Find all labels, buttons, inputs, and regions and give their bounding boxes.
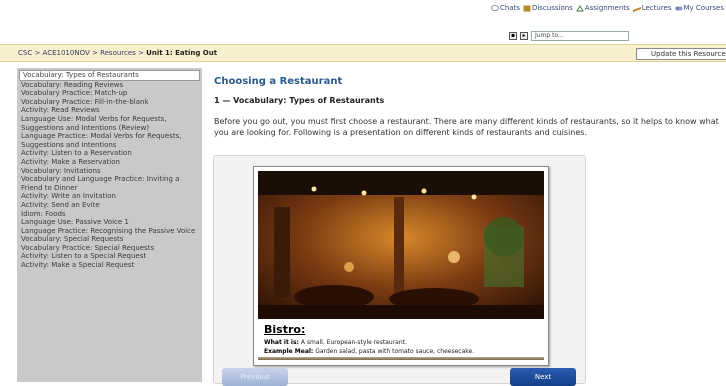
sidebar-item[interactable]: Language Use: Passive Voice 1: [17, 218, 202, 227]
assignments-icon: [576, 4, 584, 11]
lectures-icon: [632, 6, 641, 12]
top-nav-links: Chats Discussions Assignments Lectures M…: [491, 4, 724, 12]
sidebar-item[interactable]: Idiom: Foods: [17, 210, 202, 219]
sidebar-item[interactable]: Language Practice: Modal Verbs for Reque…: [17, 132, 202, 149]
my-courses-link[interactable]: My Courses: [675, 4, 725, 12]
sidebar-item[interactable]: Vocabulary Practice: Match-up: [17, 89, 202, 98]
breadcrumb-bar: CSC > ACE1010NOV > Resources > Unit 1: E…: [0, 44, 726, 62]
what-label: What it is:: [264, 339, 299, 346]
sidebar-item[interactable]: Vocabulary: Invitations: [17, 167, 202, 176]
chats-link[interactable]: Chats: [491, 4, 520, 12]
breadcrumb-course[interactable]: ACE1010NOV: [43, 49, 90, 57]
sidebar-item[interactable]: Activity: Make a Reservation: [17, 158, 202, 167]
meal-label: Example Meal:: [264, 348, 314, 355]
sidebar-item[interactable]: Vocabulary: Special Requests: [17, 235, 202, 244]
my-courses-label: My Courses: [683, 4, 725, 12]
intro-paragraph: Before you go out, you must first choose…: [214, 117, 719, 137]
courses-icon: [675, 6, 682, 10]
sidebar-item[interactable]: Activity: Listen to a Special Request: [17, 252, 202, 261]
sidebar-item[interactable]: Language Practice: Recognising the Passi…: [17, 227, 202, 236]
breadcrumb-csc[interactable]: CSC: [18, 49, 32, 57]
next-button[interactable]: Next: [510, 368, 576, 386]
assignments-label: Assignments: [584, 4, 630, 12]
main-content: Choosing a Restaurant 1 — Vocabulary: Ty…: [214, 76, 724, 138]
sidebar-item[interactable]: Activity: Read Reviews: [17, 106, 202, 115]
sidebar: Vocabulary: Types of Restaurants Vocabul…: [17, 68, 202, 382]
chat-icon: [491, 4, 499, 11]
sidebar-item[interactable]: Activity: Write an Invitation: [17, 192, 202, 201]
breadcrumb-resources[interactable]: Resources: [100, 49, 136, 57]
update-resource-button[interactable]: Update this Resource: [636, 48, 726, 60]
sidebar-item[interactable]: Vocabulary: Reading Reviews: [17, 81, 202, 90]
assignments-link[interactable]: Assignments: [576, 4, 630, 12]
lectures-label: Lectures: [641, 4, 672, 12]
sidebar-item[interactable]: Activity: Make a Special Request: [17, 261, 202, 270]
jump-to-select[interactable]: Jump to...: [531, 31, 629, 41]
page-title: Choosing a Restaurant: [214, 76, 343, 87]
sidebar-item[interactable]: Activity: Send an Evite: [17, 201, 202, 210]
discussions-icon: [523, 5, 531, 11]
save-icon[interactable]: ▪: [509, 32, 517, 40]
sidebar-item[interactable]: Vocabulary Practice: Fill-in-the-blank: [17, 98, 202, 107]
what-text: A small, European-style restaurant.: [300, 339, 407, 346]
discussions-label: Discussions: [531, 4, 573, 12]
top-bar: Chats Discussions Assignments Lectures M…: [0, 0, 726, 44]
sidebar-item[interactable]: Activity: Listen to a Reservation: [17, 149, 202, 158]
slide-title: Bistro:: [264, 323, 306, 336]
chats-label: Chats: [499, 4, 520, 12]
breadcrumb-current: Unit 1: Eating Out: [146, 49, 218, 57]
slide-what-line: What it is: A small, European-style rest…: [264, 339, 407, 346]
slide-divider: [258, 357, 544, 360]
meal-text: Garden salad, pasta with tomato sauce, c…: [315, 348, 475, 355]
discussions-link[interactable]: Discussions: [523, 4, 573, 12]
breadcrumb: CSC > ACE1010NOV > Resources > Unit 1: E…: [18, 49, 218, 57]
sidebar-item[interactable]: Vocabulary and Language Practice: Inviti…: [17, 175, 202, 192]
go-icon[interactable]: ▸: [520, 32, 528, 40]
sidebar-item[interactable]: Vocabulary Practice: Special Requests: [17, 244, 202, 253]
sidebar-item[interactable]: Language Use: Modal Verbs for Requests, …: [17, 115, 202, 132]
sidebar-item[interactable]: Vocabulary: Types of Restaurants: [19, 70, 200, 81]
slide: Bistro: What it is: A small, European-st…: [253, 166, 549, 366]
presentation-viewer: Bistro: What it is: A small, European-st…: [213, 155, 586, 386]
section-heading: 1 — Vocabulary: Types of Restaurants: [214, 96, 385, 105]
previous-button[interactable]: Previous: [222, 368, 288, 386]
lectures-link[interactable]: Lectures: [632, 4, 672, 12]
slide-meal-line: Example Meal: Garden salad, pasta with t…: [264, 348, 474, 355]
jump-controls: ▪ ▸ Jump to...: [509, 31, 629, 41]
